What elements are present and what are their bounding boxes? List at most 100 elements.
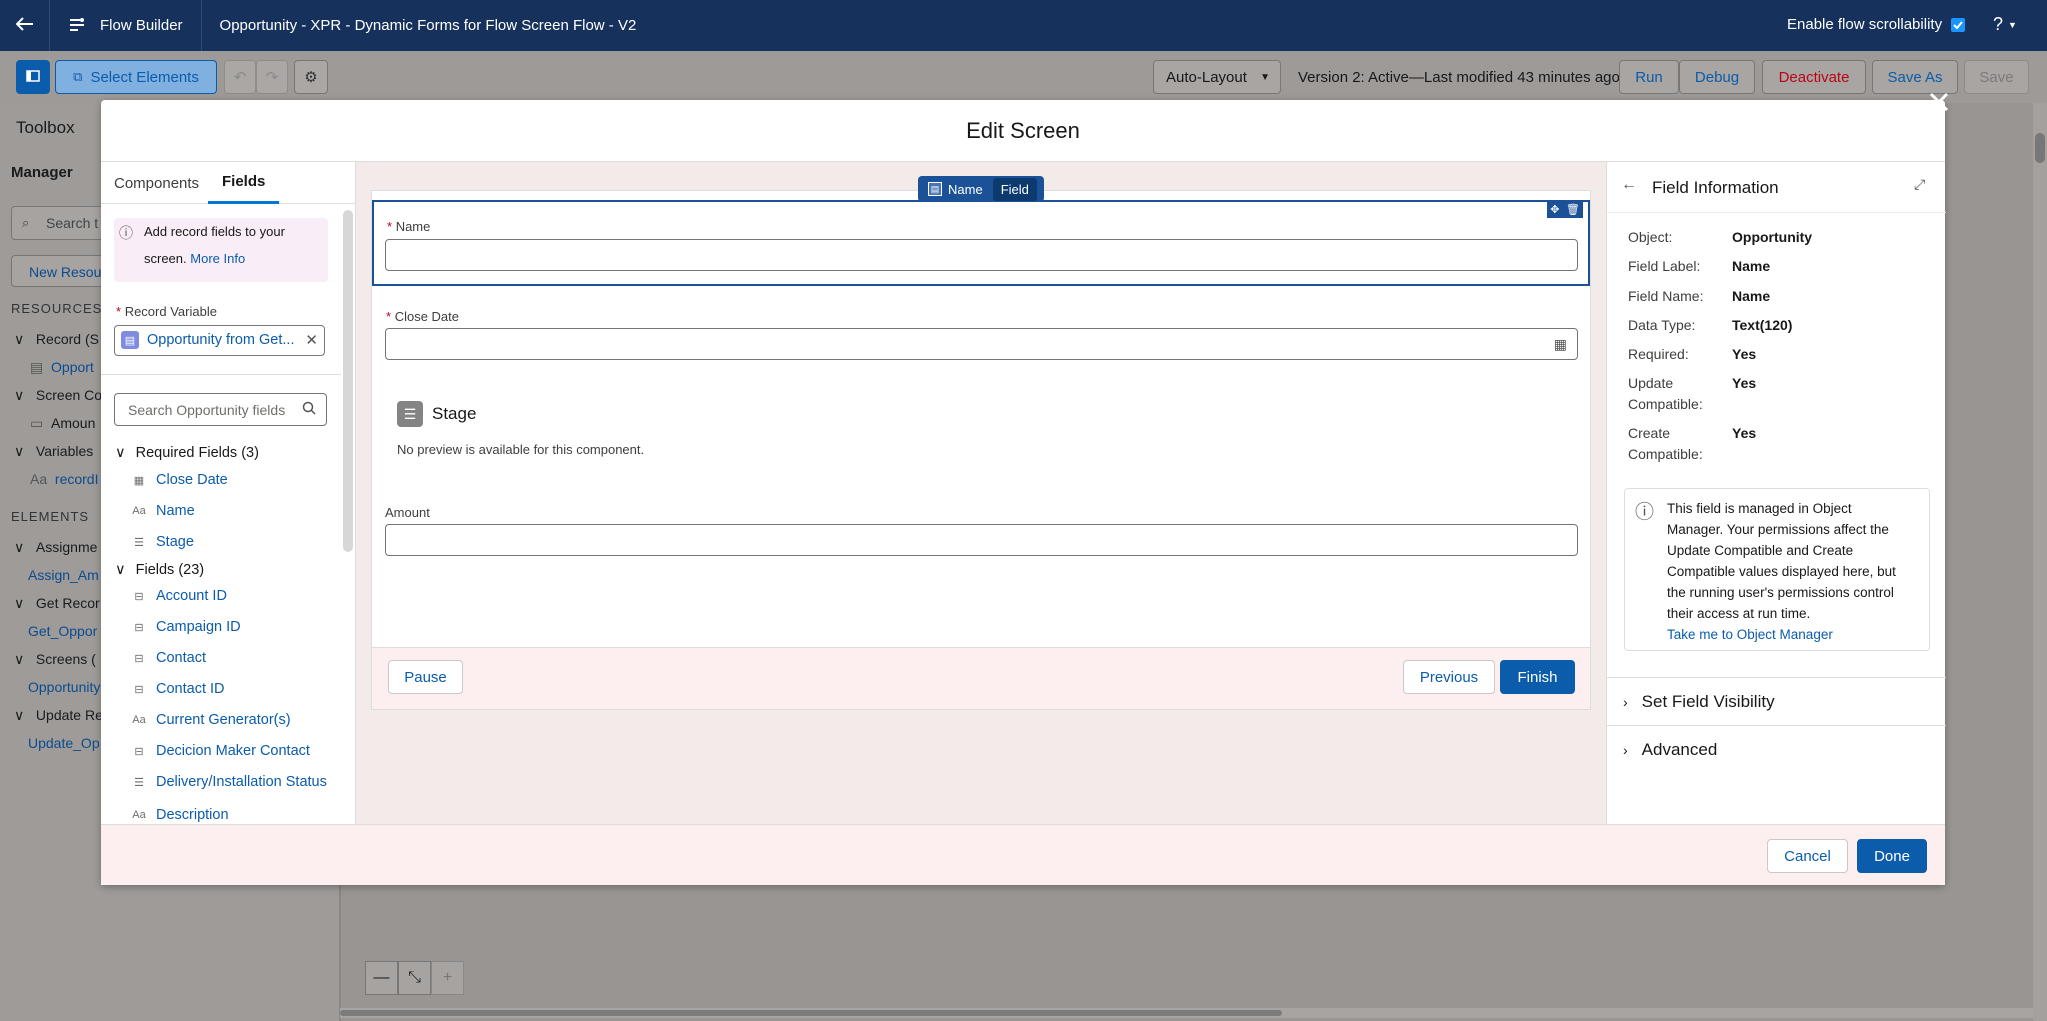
- new-resource-button[interactable]: New Resou: [11, 255, 111, 287]
- field-item-contact-id[interactable]: ⊟ Contact ID: [131, 681, 224, 697]
- tree-item[interactable]: Update_Op: [28, 735, 100, 751]
- field-item-description[interactable]: Aa Description: [131, 805, 228, 824]
- tree-item[interactable]: ∨ Update Re: [14, 707, 103, 724]
- app-name: Flow Builder: [50, 0, 201, 51]
- badge-name: Name: [948, 181, 983, 197]
- cancel-button[interactable]: Cancel: [1767, 839, 1848, 873]
- field-item-contact[interactable]: ⊟ Contact: [131, 650, 206, 666]
- picklist-icon: ☰: [134, 536, 144, 549]
- prop-label: Field Name:: [1628, 288, 1704, 304]
- tree-item[interactable]: Assign_Am: [28, 567, 99, 583]
- scroll-checkbox[interactable]: [1951, 18, 1965, 32]
- tree-item[interactable]: ▭ Amoun: [30, 415, 95, 432]
- toggle-toolbox-button[interactable]: [16, 60, 50, 94]
- back-button[interactable]: [0, 0, 49, 51]
- field-label: Decicion Maker Contact: [156, 743, 310, 759]
- deactivate-button[interactable]: Deactivate: [1762, 60, 1866, 94]
- modal-footer: Cancel Done: [101, 824, 1945, 885]
- field-item-account-id[interactable]: ⊟ Account ID: [131, 588, 227, 604]
- screen-canvas: ✥ 🗑 * Name ▤ Name Field * Close Date ▦ ☰ …: [371, 176, 1591, 648]
- pause-button[interactable]: Pause: [388, 660, 463, 694]
- fit-view-button[interactable]: ⤡: [398, 961, 431, 995]
- undo-icon: ↶: [233, 69, 247, 86]
- close-button[interactable]: [1923, 88, 1955, 120]
- search-resources-input[interactable]: ⌕ Search t: [11, 206, 111, 240]
- tree-item[interactable]: Aa recordI: [30, 471, 98, 487]
- tree-item[interactable]: Opportunity: [28, 679, 100, 695]
- toolbox-title: Toolbox: [16, 118, 75, 137]
- previous-button[interactable]: Previous: [1403, 660, 1495, 694]
- tree-label: Opport: [51, 359, 94, 375]
- tree-item[interactable]: ∨ Get Recor: [14, 595, 100, 612]
- tree-item[interactable]: Get_Oppor: [28, 623, 97, 639]
- layout-select[interactable]: Auto-Layout ▼: [1153, 60, 1281, 94]
- record-variable-pill[interactable]: ▤ Opportunity from Get... ✕: [114, 325, 325, 356]
- zoom-out-button[interactable]: —: [365, 961, 398, 995]
- field-item-delivery-status[interactable]: ☰ Delivery/Installation Status: [131, 774, 327, 790]
- back-arrow-icon[interactable]: ←: [1621, 176, 1637, 194]
- resources-header: RESOURCES: [11, 301, 103, 316]
- field-item-close-date[interactable]: ▦ Close Date: [131, 472, 228, 488]
- move-icon[interactable]: ✥: [1550, 203, 1559, 216]
- tab-manager[interactable]: Manager: [11, 164, 73, 181]
- tree-item[interactable]: ∨ Variables: [14, 443, 93, 460]
- field-item-decision-maker[interactable]: ⊟ Decicion Maker Contact: [131, 743, 310, 759]
- required-fields-group[interactable]: ∨ Required Fields (3): [115, 445, 259, 461]
- app-name-label: Flow Builder: [100, 17, 183, 34]
- palette-scrollbar[interactable]: [343, 210, 353, 552]
- prop-value: Text(120): [1732, 317, 1793, 333]
- modal-title: Edit Screen: [101, 100, 1945, 162]
- label-text: Close Date: [394, 309, 459, 324]
- field-item-stage[interactable]: ☰ Stage: [131, 534, 194, 550]
- settings-button[interactable]: ⚙: [294, 60, 328, 94]
- tree-item[interactable]: ∨ Screen Co: [14, 387, 102, 404]
- field-item-name[interactable]: Aa Name: [131, 503, 194, 519]
- delete-icon[interactable]: 🗑: [1566, 203, 1580, 216]
- currency-icon: ▭: [30, 415, 44, 431]
- more-info-link[interactable]: More Info: [190, 251, 245, 266]
- field-item-current-generator[interactable]: Aa Current Generator(s): [131, 712, 290, 728]
- run-button[interactable]: Run: [1619, 60, 1679, 94]
- tree-item[interactable]: ▤ Opport: [30, 359, 94, 376]
- save-button[interactable]: Save: [1964, 60, 2029, 94]
- field-label: Close Date: [156, 472, 228, 488]
- scrollbar-thumb[interactable]: [2035, 133, 2045, 163]
- fields-group[interactable]: ∨ Fields (23): [115, 562, 204, 578]
- expand-icon[interactable]: ⤢: [1914, 176, 1925, 193]
- tree-item[interactable]: ∨ Record (S: [14, 331, 99, 348]
- search-fields-input[interactable]: Search Opportunity fields: [114, 393, 327, 426]
- search-placeholder: Search t: [46, 215, 99, 231]
- object-manager-link[interactable]: Take me to Object Manager: [1667, 624, 1896, 645]
- scrollbar-thumb[interactable]: [340, 1010, 1282, 1016]
- undo-button[interactable]: ↶: [224, 60, 256, 94]
- done-button[interactable]: Done: [1857, 839, 1927, 873]
- help-menu[interactable]: ? ▼: [1993, 14, 2017, 35]
- chevron-down-icon: ∨: [14, 331, 25, 347]
- debug-button[interactable]: Debug: [1679, 60, 1755, 94]
- finish-button[interactable]: Finish: [1500, 660, 1575, 694]
- tab-components[interactable]: Components: [114, 162, 199, 204]
- selected-component[interactable]: ✥ 🗑 * Name: [372, 200, 1590, 286]
- canvas-horizontal-scrollbar[interactable]: [340, 1008, 2033, 1018]
- close-date-input[interactable]: ▦: [385, 328, 1578, 360]
- divider: [101, 374, 341, 375]
- redo-button[interactable]: ↷: [256, 60, 288, 94]
- tab-fields[interactable]: Fields: [208, 162, 280, 204]
- section-advanced[interactable]: › Advanced: [1623, 740, 1717, 760]
- chevron-down-icon: ∨: [115, 562, 126, 578]
- calendar-icon[interactable]: ▦: [1554, 336, 1567, 353]
- name-input[interactable]: [385, 239, 1578, 271]
- tree-item[interactable]: ∨ Assignme: [14, 539, 97, 556]
- amount-input[interactable]: [385, 524, 1578, 556]
- badge-type: Field: [992, 177, 1037, 201]
- select-elements-button[interactable]: ⧉ Select Elements: [55, 60, 217, 94]
- canvas-vertical-scrollbar[interactable]: [2033, 103, 2047, 1021]
- zoom-in-button[interactable]: +: [431, 961, 464, 995]
- zoom-controls: — ⤡ +: [365, 961, 465, 995]
- back-arrow-icon: [15, 14, 34, 37]
- section-set-field-visibility[interactable]: › Set Field Visibility: [1623, 692, 1775, 712]
- tree-item[interactable]: ∨ Screens (: [14, 651, 96, 668]
- field-item-campaign-id[interactable]: ⊟ Campaign ID: [131, 619, 240, 635]
- close-icon[interactable]: ✕: [305, 331, 318, 349]
- panel-icon: [26, 69, 40, 86]
